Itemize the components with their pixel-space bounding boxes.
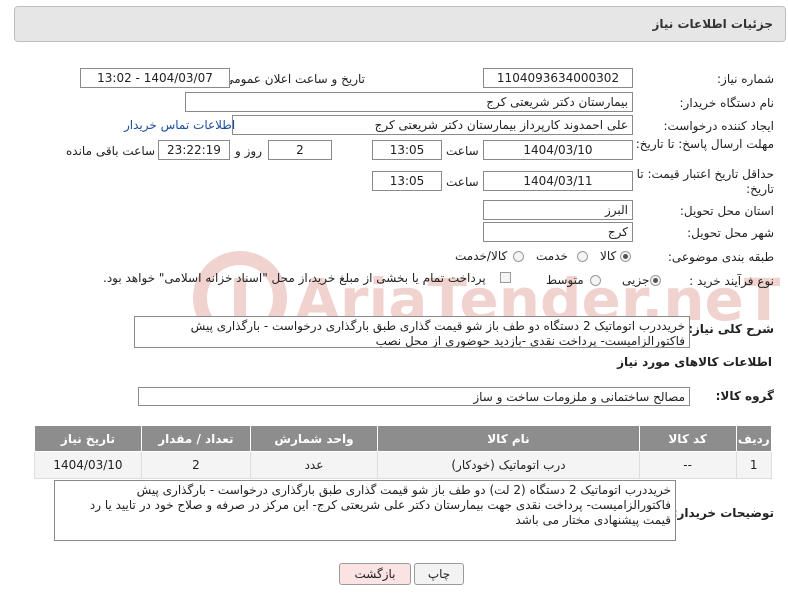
process-option-medium: متوسط bbox=[546, 273, 584, 287]
announce-label: تاریخ و ساعت اعلان عمومی: bbox=[220, 72, 365, 86]
category-radio-service[interactable] bbox=[577, 251, 588, 262]
deadline-label: مهلت ارسال پاسخ: تا تاریخ: bbox=[635, 137, 774, 151]
goods-table: ردیف کد کالا نام کالا واحد شمارش تعداد /… bbox=[34, 425, 772, 479]
col-code: کد کالا bbox=[638, 425, 737, 452]
process-label: نوع فرآیند خرید : bbox=[689, 274, 774, 288]
city-field: کرج bbox=[483, 222, 633, 242]
col-date: تاریخ نیاز bbox=[34, 425, 142, 452]
deadline-days-label: روز و bbox=[235, 144, 262, 158]
process-radio-minor[interactable] bbox=[650, 275, 661, 286]
buyer-notes-textarea[interactable]: خریددرب اتوماتیک 2 دستگاه (2 لت) دو طف ب… bbox=[54, 480, 676, 541]
buyer-org-field: بیمارستان دکتر شریعتی کرج bbox=[185, 92, 633, 112]
summary-textarea[interactable]: خریددرب اتوماتیک 2 دستگاه دو طف باز شو ق… bbox=[134, 316, 690, 348]
province-label: استان محل تحویل: bbox=[679, 204, 774, 218]
remaining-time-field: 23:22:19 bbox=[158, 140, 230, 160]
requester-label: ایجاد کننده درخواست: bbox=[663, 119, 774, 133]
city-label: شهر محل تحویل: bbox=[687, 226, 774, 240]
announce-field: 1404/03/07 - 13:02 bbox=[80, 68, 230, 88]
print-button[interactable]: چاپ bbox=[414, 563, 464, 585]
cell-code: -- bbox=[638, 451, 737, 479]
remaining-time-label: ساعت باقی مانده bbox=[66, 144, 156, 158]
deadline-date-field: 1404/03/10 bbox=[483, 140, 633, 160]
category-radio-goods-service[interactable] bbox=[513, 251, 524, 262]
col-row: ردیف bbox=[735, 425, 772, 452]
col-name: نام کالا bbox=[377, 425, 640, 452]
deadline-days-field: 2 bbox=[268, 140, 332, 160]
cell-qty: 2 bbox=[140, 451, 251, 479]
buyer-notes-label: توضیحات خریدار: bbox=[672, 506, 774, 520]
summary-label: شرح کلی نیاز: bbox=[688, 322, 774, 336]
cell-unit: عدد bbox=[249, 451, 379, 479]
category-option-goods: کالا bbox=[600, 249, 617, 263]
cell-name: درب اتوماتیک (خودکار) bbox=[377, 451, 640, 479]
category-option-goods-service: کالا/خدمت bbox=[455, 249, 508, 263]
back-button[interactable]: بازگشت bbox=[339, 563, 411, 585]
need-number-field: 1104093634000302 bbox=[483, 68, 633, 88]
requester-field: علی احمدوند کارپرداز بیمارستان دکتر شریع… bbox=[232, 115, 633, 135]
validity-label: حداقل تاریخ اعتبار قیمت: تا تاریخ: bbox=[636, 167, 774, 196]
buyer-org-label: نام دستگاه خریدار: bbox=[679, 96, 775, 110]
category-radio-goods[interactable] bbox=[620, 251, 631, 262]
buyer-contact-link[interactable]: اطلاعات تماس خریدار bbox=[124, 118, 235, 132]
category-option-service: خدمت bbox=[536, 249, 568, 263]
validity-date-field: 1404/03/11 bbox=[483, 171, 633, 191]
table-row: 1 -- درب اتوماتیک (خودکار) عدد 2 1404/03… bbox=[34, 451, 772, 479]
treasury-checkbox[interactable] bbox=[500, 272, 511, 283]
validity-time-label: ساعت bbox=[446, 175, 479, 189]
goods-table-header: ردیف کد کالا نام کالا واحد شمارش تعداد /… bbox=[34, 425, 772, 452]
goods-group-field: مصالح ساختمانی و ملزومات ساخت و ساز bbox=[138, 387, 690, 406]
province-field: البرز bbox=[483, 200, 633, 220]
page-title: جزئیات اطلاعات نیاز bbox=[652, 17, 773, 31]
need-number-label: شماره نیاز: bbox=[717, 72, 774, 86]
col-qty: تعداد / مقدار bbox=[140, 425, 251, 452]
goods-info-title: اطلاعات کالاهای مورد نیاز bbox=[617, 355, 772, 369]
col-unit: واحد شمارش bbox=[249, 425, 379, 452]
category-label: طبقه بندی موضوعی: bbox=[667, 250, 774, 264]
goods-group-label: گروه کالا: bbox=[715, 389, 774, 403]
validity-time-field: 13:05 bbox=[372, 171, 442, 191]
process-radio-medium[interactable] bbox=[590, 275, 601, 286]
process-option-minor: جزیی bbox=[622, 273, 650, 287]
cell-date: 1404/03/10 bbox=[34, 451, 142, 479]
page-header: جزئیات اطلاعات نیاز bbox=[14, 6, 786, 42]
deadline-time-field: 13:05 bbox=[372, 140, 442, 160]
treasury-note: پرداخت تمام یا بخشی از مبلغ خرید،از محل … bbox=[103, 271, 486, 285]
deadline-time-label: ساعت bbox=[446, 144, 479, 158]
cell-row: 1 bbox=[735, 451, 772, 479]
